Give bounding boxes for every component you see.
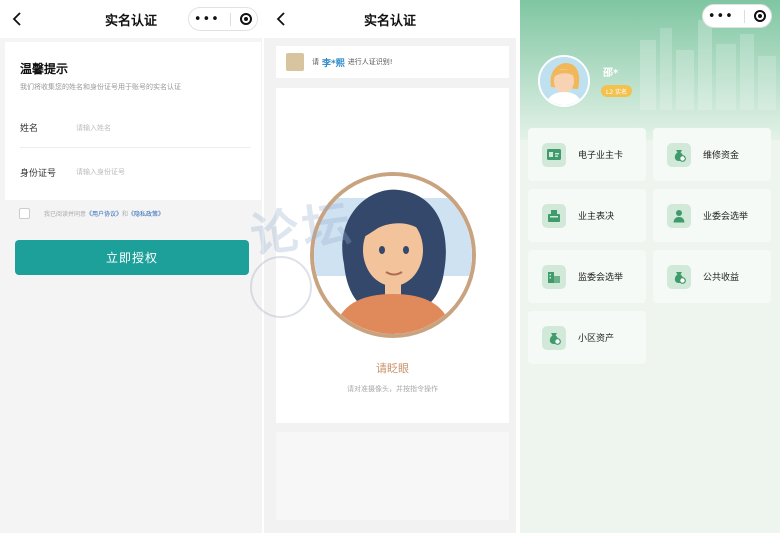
more-icon[interactable]: ••• [194,13,220,26]
money-bag-icon [542,325,566,350]
money-bag-icon [667,142,691,167]
tile-label: 电子业主卡 [578,151,624,161]
money-bag-icon [667,264,691,289]
user-avatar-illustration [540,57,588,105]
tile-label: 业委会选举 [703,212,749,222]
id-number-input[interactable] [76,168,226,176]
miniprogram-capsule: ••• [188,7,258,31]
page-title: 实名认证 [104,13,157,29]
agree-checkbox[interactable] [19,208,30,219]
avatar[interactable] [538,55,590,107]
id-number-label: 身份证号 [20,168,57,179]
tile-label: 维修资金 [703,151,740,161]
agreement-row: 我已阅读并同意 《用户协议》 和 《隐私政策》 [19,208,164,219]
tile-maintenance-fund[interactable]: 维修资金 [653,128,771,181]
blink-prompt: 请眨眼 [376,362,409,375]
capsule-divider [229,12,231,26]
owner-home-screen: ••• 邵* L2 实名 电子业主卡 维修资金 业主表决 业委会选举 监委会选举… [520,0,780,533]
form-card: 温馨提示 我们将收集您的姓名和身份证号用于账号的实名认证 姓名 身份证号 [5,42,261,200]
nav-bar: 实名认证 ••• [0,0,262,38]
name-label: 姓名 [20,124,39,134]
tile-public-revenue[interactable]: 公共收益 [653,250,771,303]
agree-prefix: 我已阅读并同意 [44,211,87,218]
camera-instruction: 请对准摄像头，并按指令操作 [347,385,438,393]
back-arrow-icon[interactable] [272,9,292,29]
name-row: 姓名 [20,108,251,148]
tile-committee-election[interactable]: 业委会选举 [653,189,771,242]
tile-community-assets[interactable]: 小区资产 [528,311,646,364]
miniprogram-capsule: ••• [702,4,772,28]
tip-title: 温馨提示 [20,62,69,76]
verification-badge: L2 实名 [601,85,633,97]
nav-bar: 实名认证 [264,0,516,38]
close-target-icon[interactable] [754,10,767,22]
tile-label: 小区资产 [578,334,615,344]
back-arrow-icon[interactable] [8,9,28,29]
lower-placeholder [276,432,509,520]
banner-name: 李*熙 [322,58,345,69]
capsule-divider [743,9,745,23]
id-photo-thumbnail [286,53,304,71]
tile-label: 公共收益 [703,273,740,283]
realname-form-screen: 实名认证 ••• 温馨提示 我们将收集您的姓名和身份证号用于账号的实名认证 姓名… [0,0,262,533]
user-name: 邵* [603,68,619,79]
page-title: 实名认证 [363,13,416,29]
tile-label: 监委会选举 [578,273,624,283]
more-icon[interactable]: ••• [708,10,734,23]
ballot-box-icon [542,203,566,228]
close-target-icon[interactable] [240,13,253,25]
id-card-icon [542,142,566,167]
person-icon [667,203,691,228]
stage: 实名认证 ••• 温馨提示 我们将收集您的姓名和身份证号用于账号的实名认证 姓名… [0,0,780,533]
name-input[interactable] [76,123,226,132]
building-icon [542,264,566,289]
verify-banner: 请 李*熙 进行人证识别! [276,46,509,78]
id-number-row: 身份证号 [20,152,251,192]
authorize-button[interactable]: 立即授权 [15,240,249,275]
user-agreement-link[interactable]: 《用户协议》 [86,209,122,218]
tip-description: 我们将收集您的姓名和身份证号用于账号的实名认证 [20,83,181,91]
tile-owner-vote[interactable]: 业主表决 [528,189,646,242]
privacy-policy-link[interactable]: 《隐私政策》 [128,209,164,218]
banner-suffix: 进行人证识别! [347,58,393,66]
tile-owner-card[interactable]: 电子业主卡 [528,128,646,181]
banner-prefix: 请 [312,58,319,66]
tile-label: 业主表决 [578,212,615,222]
tile-supervisory-election[interactable]: 监委会选举 [528,250,646,303]
watermark-text: 论坛 [247,194,359,265]
